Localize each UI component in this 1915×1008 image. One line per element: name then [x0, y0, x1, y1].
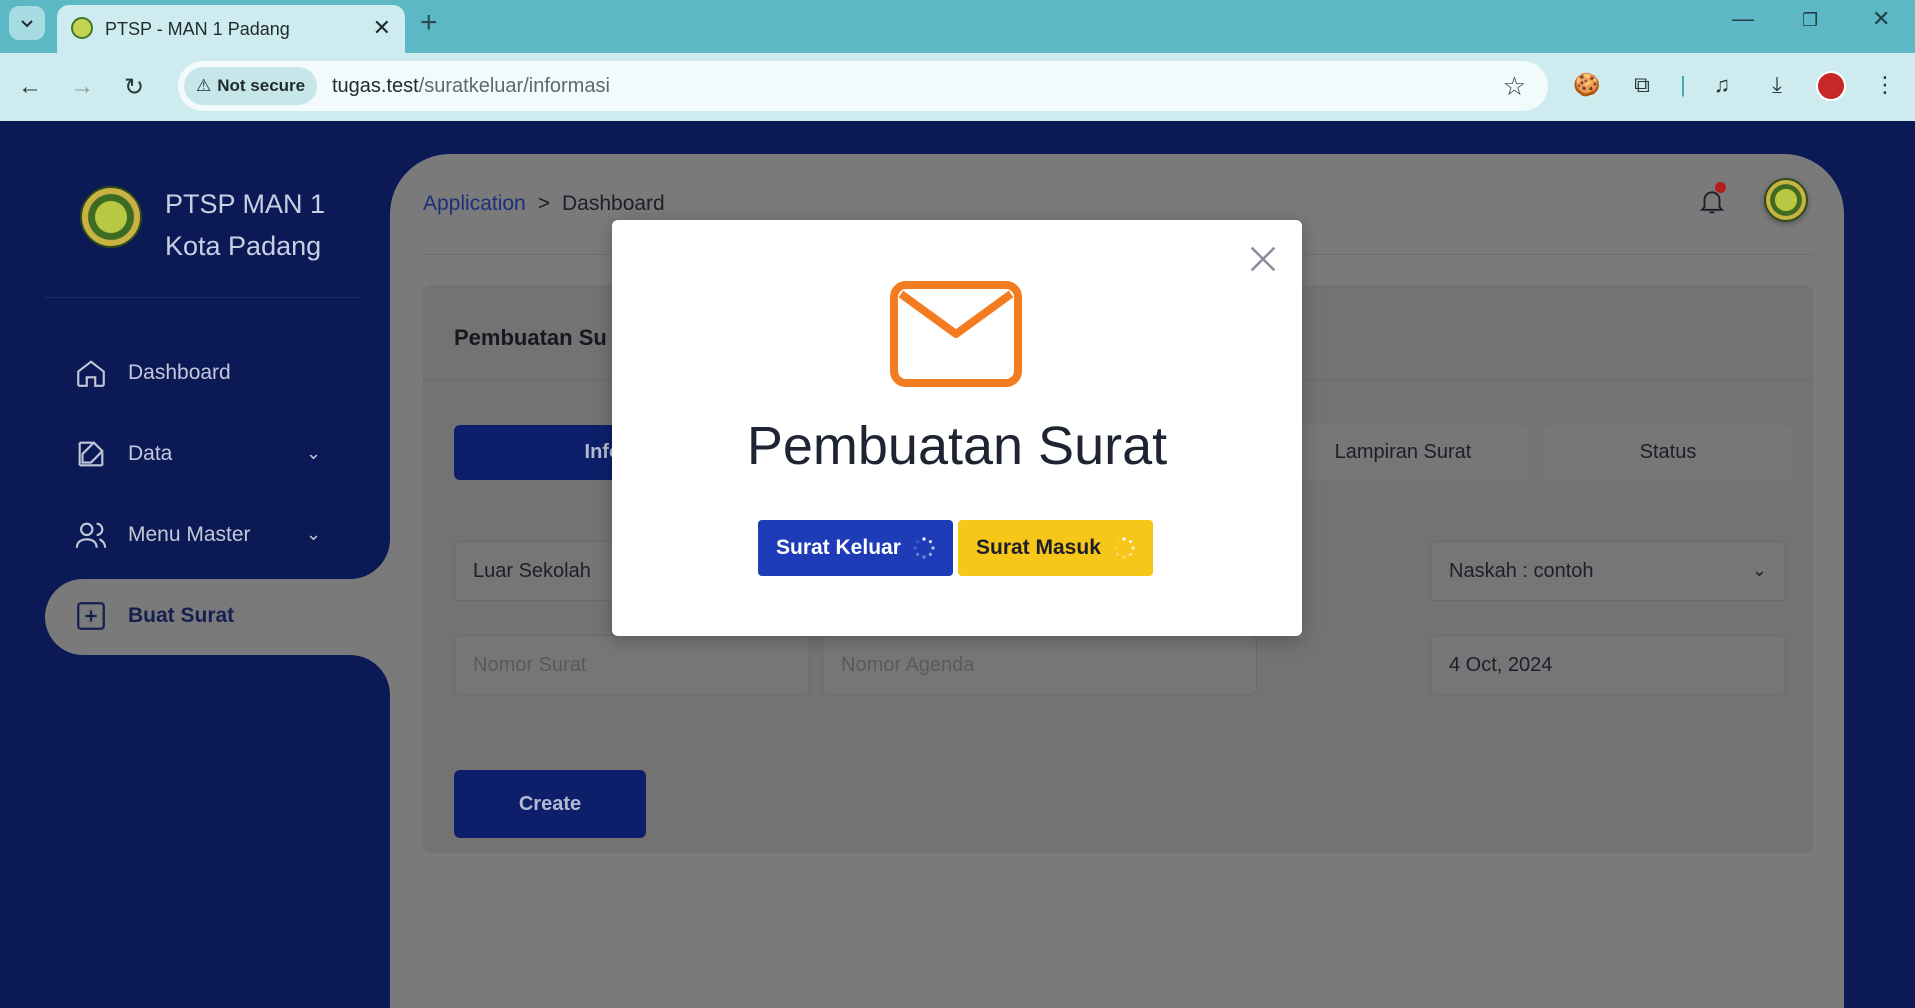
menu-kebab-icon[interactable]: ⋮ [1870, 70, 1900, 100]
chevron-down-icon [21, 20, 33, 28]
envelope-icon [890, 281, 1022, 387]
sidebar-item-menu-master[interactable]: Menu Master [74, 515, 251, 555]
tanggal-field[interactable]: 4 Oct, 2024 [1430, 635, 1786, 695]
breadcrumb-separator: > [537, 192, 550, 215]
chevron-down-icon: ⌄ [1751, 560, 1767, 580]
warning-icon: ⚠ [196, 76, 212, 95]
spinner-icon [1113, 537, 1135, 559]
download-icon[interactable]: ⤓ [1762, 70, 1792, 100]
security-chip[interactable]: ⚠ Not secure [184, 67, 318, 105]
restore-icon[interactable]: ❐ [1802, 10, 1818, 31]
extensions-puzzle-icon[interactable]: ⧉ [1627, 70, 1657, 100]
bookmark-star-icon[interactable]: ☆ [1503, 71, 1526, 102]
avatar[interactable] [1764, 178, 1808, 222]
browser-toolbar: ← → ↻ ⚠ Not secure tugas.test/suratkelua… [0, 53, 1915, 121]
create-button[interactable]: Create [454, 770, 646, 838]
naskah-select[interactable]: Naskah : contoh ⌄ [1430, 541, 1786, 601]
media-control-icon[interactable]: ♫ [1707, 70, 1737, 100]
surat-masuk-button[interactable]: Surat Masuk [958, 520, 1153, 576]
modal-title: Pembuatan Surat [746, 416, 1168, 476]
spinner-icon [913, 537, 935, 559]
minimize-icon[interactable]: — [1732, 6, 1754, 32]
breadcrumb-root[interactable]: Application [423, 192, 526, 216]
cookie-extension-icon[interactable]: 🍪 [1572, 70, 1602, 100]
toolbar-separator: | [1680, 72, 1686, 97]
sidebar-item-label: Buat Surat [128, 604, 235, 627]
tab-close-icon[interactable]: ✕ [373, 15, 391, 41]
tab-title: PTSP - MAN 1 Padang [105, 19, 290, 39]
plus-square-icon [77, 602, 105, 630]
nomor-agenda-field[interactable]: Nomor Agenda [822, 635, 1257, 695]
url-path: /suratkeluar/informasi [418, 75, 610, 97]
close-window-icon[interactable]: ✕ [1872, 6, 1890, 32]
school-logo [80, 186, 142, 248]
sidebar-item-dashboard[interactable]: Dashboard [74, 353, 231, 393]
sidebar-item-label: Data [128, 442, 173, 465]
card-title: Pembuatan Su [454, 325, 607, 350]
brand-divider [44, 297, 360, 298]
nomor-surat-field[interactable]: Nomor Surat [454, 635, 810, 695]
surat-masuk-label: Surat Masuk [976, 536, 1101, 559]
forward-icon[interactable]: → [70, 73, 94, 101]
address-bar[interactable]: ⚠ Not secure tugas.test/suratkeluar/info… [178, 61, 1548, 111]
back-icon[interactable]: ← [18, 73, 42, 101]
browser-tab-active[interactable]: PTSP - MAN 1 Padang ✕ [57, 5, 405, 53]
users-icon [75, 522, 107, 548]
create-letter-modal: Pembuatan Surat Surat Keluar Surat Masuk [612, 220, 1302, 636]
url-text: tugas.test/suratkeluar/informasi [332, 75, 610, 98]
sidebar-item-label: Dashboard [128, 361, 231, 384]
sidebar-item-label: Menu Master [128, 523, 251, 546]
url-host: tugas.test [332, 75, 419, 97]
chevron-down-icon[interactable]: ⌄ [306, 524, 321, 545]
surat-keluar-button[interactable]: Surat Keluar [758, 520, 953, 576]
site-favicon-icon [71, 17, 93, 39]
close-icon[interactable] [1246, 242, 1280, 276]
tab-lampiran-surat[interactable]: Lampiran Surat [1278, 425, 1528, 480]
tab-status[interactable]: Status [1543, 425, 1793, 480]
chevron-down-icon[interactable]: ⌄ [306, 443, 321, 464]
sidebar-item-data[interactable]: Data [74, 434, 172, 474]
new-tab-icon[interactable]: + [420, 6, 438, 40]
tab-search-button[interactable] [9, 6, 45, 40]
surat-keluar-label: Surat Keluar [776, 536, 901, 559]
brand-title: PTSP MAN 1 Kota Padang [165, 183, 325, 267]
naskah-value: Naskah : contoh [1449, 559, 1594, 582]
breadcrumb: Application > Dashboard [423, 192, 665, 216]
security-label: Not secure [217, 76, 306, 95]
browser-tab-bar: PTSP - MAN 1 Padang ✕ + — ❐ ✕ [0, 0, 1915, 53]
breadcrumb-current: Dashboard [562, 192, 665, 215]
brand-line2: Kota Padang [165, 231, 322, 261]
profile-avatar[interactable] [1816, 71, 1846, 101]
home-icon [77, 360, 105, 387]
brand-line1: PTSP MAN 1 [165, 189, 326, 219]
edit-icon [78, 441, 104, 467]
sidebar-active-content[interactable]: Buat Surat [74, 599, 234, 633]
reload-icon[interactable]: ↻ [124, 73, 144, 102]
notification-dot [1715, 182, 1726, 193]
